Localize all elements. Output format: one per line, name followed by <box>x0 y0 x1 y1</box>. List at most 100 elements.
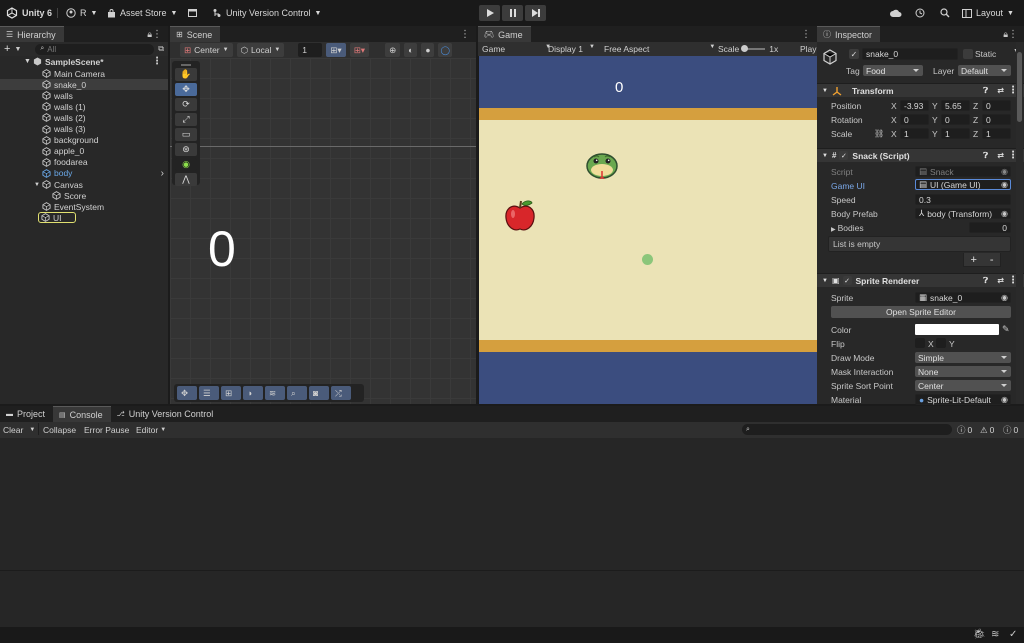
hierarchy-item[interactable]: EventSystem <box>0 201 168 212</box>
material-field[interactable]: ● Sprite-Lit-Default <box>915 394 1011 405</box>
move-snap-button[interactable]: ✥ <box>177 386 197 400</box>
help-icon[interactable]: ❓︎ <box>983 276 988 286</box>
search-button[interactable] <box>940 6 950 20</box>
asset-store-button[interactable]: Asset Store ▼ <box>107 6 177 20</box>
bodies-label[interactable]: ▶ Bodies <box>831 223 864 233</box>
hierarchy-search[interactable]: ⌕ All <box>35 43 155 55</box>
rotate-tool-button[interactable]: ⟳ <box>175 98 197 111</box>
hierarchy-item[interactable]: Score <box>0 190 168 201</box>
axis-y-label[interactable]: Y <box>932 101 938 111</box>
cloud-button[interactable] <box>890 6 902 20</box>
axis-y-label[interactable]: Y <box>932 115 938 125</box>
console-search[interactable]: ⌕ <box>742 424 952 435</box>
static-checkbox[interactable] <box>963 49 973 59</box>
play-button[interactable] <box>479 5 500 21</box>
snap-increment-field[interactable]: 1 <box>298 43 323 57</box>
align-button[interactable]: ☰ <box>199 386 219 400</box>
drag-handle[interactable] <box>181 64 191 66</box>
hierarchy-item[interactable]: body › <box>0 168 168 179</box>
object-picker-icon[interactable]: ◉ <box>1001 395 1008 404</box>
slider-thumb[interactable] <box>741 45 749 52</box>
vc-window-button[interactable] <box>188 6 197 20</box>
more-options-icon[interactable]: ⋮ <box>1008 29 1018 40</box>
grid-visibility-button[interactable]: ⊞ <box>221 386 241 400</box>
open-sprite-editor-button[interactable]: Open Sprite Editor <box>831 306 1011 318</box>
expand-arrow-icon[interactable]: ▼ <box>24 58 31 65</box>
aspect-dropdown[interactable]: Free Aspect ▼ <box>604 44 715 54</box>
layer-dropdown[interactable]: Default <box>958 65 1011 76</box>
enabled-checkbox[interactable]: ✓ <box>839 151 849 160</box>
unity-menu[interactable]: Unity 6 <box>6 6 52 20</box>
transform-tool-button[interactable]: ⊛ <box>175 143 197 156</box>
preset-icon[interactable]: ⇄ <box>997 86 1004 95</box>
speed-field[interactable]: 0.3 <box>915 194 1011 205</box>
hierarchy-item[interactable]: walls (3) <box>0 124 168 135</box>
remove-element-button[interactable]: - <box>990 254 994 266</box>
sortpoint-dropdown[interactable]: Center <box>915 380 1011 391</box>
hierarchy-item[interactable]: walls (1) <box>0 101 168 112</box>
enabled-checkbox[interactable]: ✓ <box>842 276 852 285</box>
scene-root[interactable]: ▼ SampleScene* ⋮ <box>0 56 168 67</box>
render-mode-button[interactable]: ◯ <box>438 43 452 57</box>
axis-x-label[interactable]: X <box>891 115 897 125</box>
gameui-field[interactable]: ▤ UI (Game UI) <box>915 179 1011 190</box>
play-mode-dropdown[interactable]: Play <box>800 44 817 54</box>
eyedropper-icon[interactable]: ✎ <box>1002 324 1010 335</box>
expand-arrow-icon[interactable]: ▼ <box>822 88 828 94</box>
warning-toggle[interactable]: ⚠ 0 <box>980 425 994 436</box>
clear-dropdown[interactable]: Clear ▼ <box>3 425 35 435</box>
hierarchy-item[interactable]: walls <box>0 90 168 101</box>
axis-z-label[interactable]: Z <box>973 129 978 139</box>
help-icon[interactable]: ❓︎ <box>983 86 988 96</box>
object-picker-icon[interactable]: ◉ <box>1001 209 1008 218</box>
scale-y-field[interactable]: 1 <box>941 128 970 139</box>
custom-tool-button[interactable]: ◉ <box>175 158 197 171</box>
position-y-field[interactable]: 5.65 <box>941 100 970 111</box>
tab-scene[interactable]: ⊞ Scene <box>170 26 221 42</box>
hierarchy-item[interactable]: apple_0 <box>0 146 168 157</box>
expand-arrow-icon[interactable]: ▼ <box>822 278 828 284</box>
rotation-z-field[interactable]: 0 <box>982 114 1011 125</box>
error-pause-button[interactable]: Error Pause <box>84 425 129 435</box>
zoom-button[interactable]: ⌕ <box>287 386 307 400</box>
layout-dropdown[interactable]: Layout ▼ <box>962 6 1014 20</box>
more-options-icon[interactable]: ⋮ <box>460 29 470 40</box>
hierarchy-item[interactable]: snake_0 <box>0 79 168 91</box>
add-icon[interactable]: + <box>4 43 10 55</box>
flip-y-checkbox[interactable] <box>936 338 946 348</box>
step-button[interactable] <box>525 5 546 21</box>
more-options-icon[interactable]: ⋮ <box>801 29 811 40</box>
console-log-area[interactable] <box>0 438 1024 570</box>
editor-dropdown[interactable]: Editor ▼ <box>136 425 166 435</box>
history-button[interactable] <box>915 6 925 20</box>
hierarchy-item[interactable]: background <box>0 135 168 146</box>
tag-dropdown[interactable]: Food <box>863 65 923 76</box>
drawmode-dropdown[interactable]: Simple <box>915 352 1011 363</box>
pause-button[interactable] <box>502 5 523 21</box>
axis-z-label[interactable]: Z <box>973 115 978 125</box>
hierarchy-item[interactable]: UI <box>38 212 76 224</box>
scale-z-field[interactable]: 1 <box>982 128 1011 139</box>
active-checkbox[interactable]: ✓ <box>849 49 859 59</box>
rect-tool-button[interactable]: ▭ <box>175 128 197 141</box>
info-toggle[interactable]: ⓘ 0 <box>957 424 972 436</box>
tab-project[interactable]: ▬ Project <box>0 406 53 422</box>
expand-arrow-icon[interactable]: ▼ <box>822 153 828 159</box>
axis-x-label[interactable]: X <box>891 129 897 139</box>
account-dropdown[interactable]: R ▼ <box>66 6 97 20</box>
more-options-icon[interactable]: ⋮ <box>152 29 162 40</box>
layers-button[interactable]: ≋ <box>265 386 285 400</box>
error-toggle[interactable]: ⓘ 0 <box>1003 424 1018 436</box>
pivot-dropdown[interactable]: ⊞ Center ▼ <box>180 43 233 57</box>
object-name-field[interactable]: snake_0 <box>862 48 958 60</box>
scrollbar-thumb[interactable] <box>1017 52 1022 122</box>
space-dropdown[interactable]: ⬡ Local ▼ <box>236 43 285 57</box>
bodyprefab-field[interactable]: ⅄ body (Transform) <box>915 208 1011 219</box>
add-element-button[interactable]: + <box>970 254 976 266</box>
rotation-x-field[interactable]: 0 <box>900 114 929 125</box>
snack-script-header[interactable]: ▼ # ✓ Snack (Script) ❓︎ ⇄ ⋮ <box>817 148 1024 162</box>
object-picker-icon[interactable]: ◉ <box>1001 293 1008 302</box>
axis-x-label[interactable]: X <box>891 101 897 111</box>
sprite-renderer-header[interactable]: ▼ ▣ ✓ Sprite Renderer ❓︎ ⇄ ⋮ <box>817 273 1024 287</box>
link-icon[interactable]: ⛓ <box>874 129 884 138</box>
